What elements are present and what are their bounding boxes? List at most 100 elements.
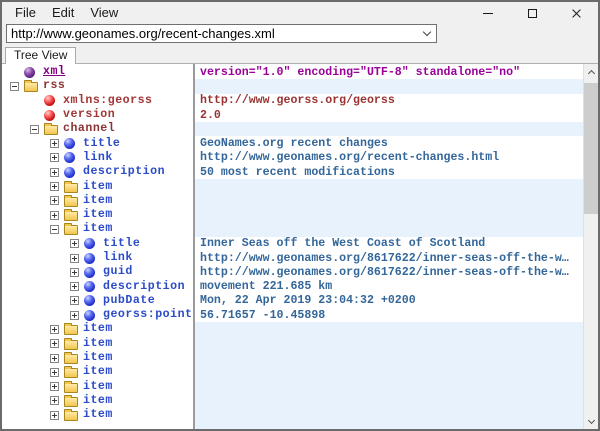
value-row-empty[interactable] xyxy=(195,394,583,408)
element-icon xyxy=(84,266,98,278)
value-row-empty[interactable] xyxy=(195,322,583,336)
value-row-empty[interactable] xyxy=(195,79,583,93)
value-text: http://www.geonames.org/8617622/inner-se… xyxy=(200,266,569,279)
expand-expander-icon[interactable] xyxy=(70,254,79,263)
expand-expander-icon[interactable] xyxy=(50,354,59,363)
tree-node-element[interactable]: title xyxy=(2,237,193,251)
tree-node-element[interactable]: link xyxy=(2,251,193,265)
scrollbar-thumb[interactable] xyxy=(584,83,598,214)
collapse-expander-icon[interactable] xyxy=(10,82,19,91)
expand-expander-icon[interactable] xyxy=(70,282,79,291)
tab-tree-view[interactable]: Tree View xyxy=(5,47,76,64)
tree-node-element[interactable]: pubDate xyxy=(2,294,193,308)
value-row[interactable]: http://www.geonames.org/8617622/inner-se… xyxy=(195,251,583,265)
value-row[interactable]: Inner Seas off the West Coast of Scotlan… xyxy=(195,237,583,251)
tree-node-label: guid xyxy=(103,265,133,279)
value-row-empty[interactable] xyxy=(195,337,583,351)
tree-node-item[interactable]: item xyxy=(2,394,193,408)
tree-node-element[interactable]: link xyxy=(2,151,193,165)
tree-node-item[interactable]: item xyxy=(2,408,193,422)
tree-node-item[interactable]: item xyxy=(2,337,193,351)
value-row[interactable]: GeoNames.org recent changes xyxy=(195,136,583,150)
value-row-empty[interactable] xyxy=(195,122,583,136)
menu-edit[interactable]: Edit xyxy=(44,3,82,23)
tree-node-label: link xyxy=(83,151,113,165)
expand-expander-icon[interactable] xyxy=(50,411,59,420)
expand-expander-icon[interactable] xyxy=(50,153,59,162)
value-row[interactable]: 2.0 xyxy=(195,108,583,122)
tree-node-channel[interactable]: channel xyxy=(2,122,193,136)
expand-expander-icon[interactable] xyxy=(50,211,59,220)
tree-node-item[interactable]: item xyxy=(2,322,193,336)
tree-node-element[interactable]: title xyxy=(2,136,193,150)
tree-node-item-expanded[interactable]: item xyxy=(2,222,193,236)
value-row[interactable]: http://www.geonames.org/recent-changes.h… xyxy=(195,151,583,165)
menu-view[interactable]: View xyxy=(82,3,126,23)
tree-node-element[interactable]: georss:point xyxy=(2,308,193,322)
content-area: xml rss xmlns:georss version channel tit… xyxy=(2,63,598,429)
value-row-empty[interactable] xyxy=(195,222,583,236)
value-row[interactable]: 56.71657 -10.45898 xyxy=(195,308,583,322)
value-row-empty[interactable] xyxy=(195,194,583,208)
value-row[interactable]: Mon, 22 Apr 2019 23:04:32 +0200 xyxy=(195,294,583,308)
close-button[interactable] xyxy=(554,2,598,24)
maximize-button[interactable] xyxy=(510,2,554,24)
tree-node-element[interactable]: description xyxy=(2,279,193,293)
value-row[interactable]: movement 221.685 km xyxy=(195,279,583,293)
expand-expander-icon[interactable] xyxy=(50,396,59,405)
value-text: GeoNames.org recent changes xyxy=(200,137,388,150)
expand-expander-icon[interactable] xyxy=(50,139,59,148)
xml-tree-panel: xml rss xmlns:georss version channel tit… xyxy=(2,64,193,429)
value-row[interactable]: 50 most recent modifications xyxy=(195,165,583,179)
expand-expander-icon[interactable] xyxy=(70,296,79,305)
expand-expander-icon[interactable] xyxy=(50,182,59,191)
value-row-empty[interactable] xyxy=(195,365,583,379)
expand-expander-icon[interactable] xyxy=(50,196,59,205)
menu-file[interactable]: File xyxy=(7,3,44,23)
collapse-expander-icon[interactable] xyxy=(50,225,59,234)
tree-node-item[interactable]: item xyxy=(2,365,193,379)
value-row[interactable]: http://www.georss.org/georss xyxy=(195,94,583,108)
value-row[interactable]: http://www.geonames.org/8617622/inner-se… xyxy=(195,265,583,279)
url-input[interactable] xyxy=(7,26,417,41)
value-row-empty[interactable] xyxy=(195,351,583,365)
expand-expander-icon[interactable] xyxy=(50,339,59,348)
tree-node-element[interactable]: guid xyxy=(2,265,193,279)
expand-expander-icon[interactable] xyxy=(70,239,79,248)
tree-node-rss[interactable]: rss xyxy=(2,79,193,93)
value-row-empty[interactable] xyxy=(195,208,583,222)
url-combobox[interactable] xyxy=(6,24,437,43)
scroll-down-button[interactable] xyxy=(584,413,598,429)
tree-node-attribute[interactable]: version xyxy=(2,108,193,122)
scroll-up-button[interactable] xyxy=(584,64,598,80)
expand-expander-icon[interactable] xyxy=(50,382,59,391)
expand-expander-icon[interactable] xyxy=(50,168,59,177)
maximize-icon xyxy=(528,9,537,18)
expand-expander-icon[interactable] xyxy=(50,325,59,334)
tree-node-item[interactable]: item xyxy=(2,179,193,193)
value-text: 50 most recent modifications xyxy=(200,166,395,179)
vertical-scrollbar[interactable] xyxy=(583,64,598,429)
tree-node-label: item xyxy=(83,208,113,222)
folder-icon xyxy=(64,195,78,207)
combobox-dropdown-button[interactable] xyxy=(417,25,436,42)
tree-node-item[interactable]: item xyxy=(2,380,193,394)
value-row-empty[interactable] xyxy=(195,408,583,422)
tree-node-element[interactable]: description xyxy=(2,165,193,179)
expand-expander-icon[interactable] xyxy=(70,268,79,277)
value-row-empty[interactable] xyxy=(195,179,583,193)
minimize-button[interactable] xyxy=(466,2,510,24)
value-row-empty[interactable] xyxy=(195,380,583,394)
value-text: http://www.geonames.org/8617622/inner-se… xyxy=(200,252,569,265)
expand-expander-icon[interactable] xyxy=(70,311,79,320)
tree-node-xml[interactable]: xml xyxy=(2,65,193,79)
expand-expander-icon[interactable] xyxy=(50,368,59,377)
tree-node-label: item xyxy=(83,194,113,208)
tree-node-item[interactable]: item xyxy=(2,351,193,365)
collapse-expander-icon[interactable] xyxy=(30,125,39,134)
tree-node-label: item xyxy=(83,380,113,394)
tree-node-attribute[interactable]: xmlns:georss xyxy=(2,94,193,108)
value-row[interactable]: version="1.0" encoding="UTF-8" standalon… xyxy=(195,65,583,79)
tree-node-item[interactable]: item xyxy=(2,194,193,208)
tree-node-item[interactable]: item xyxy=(2,208,193,222)
